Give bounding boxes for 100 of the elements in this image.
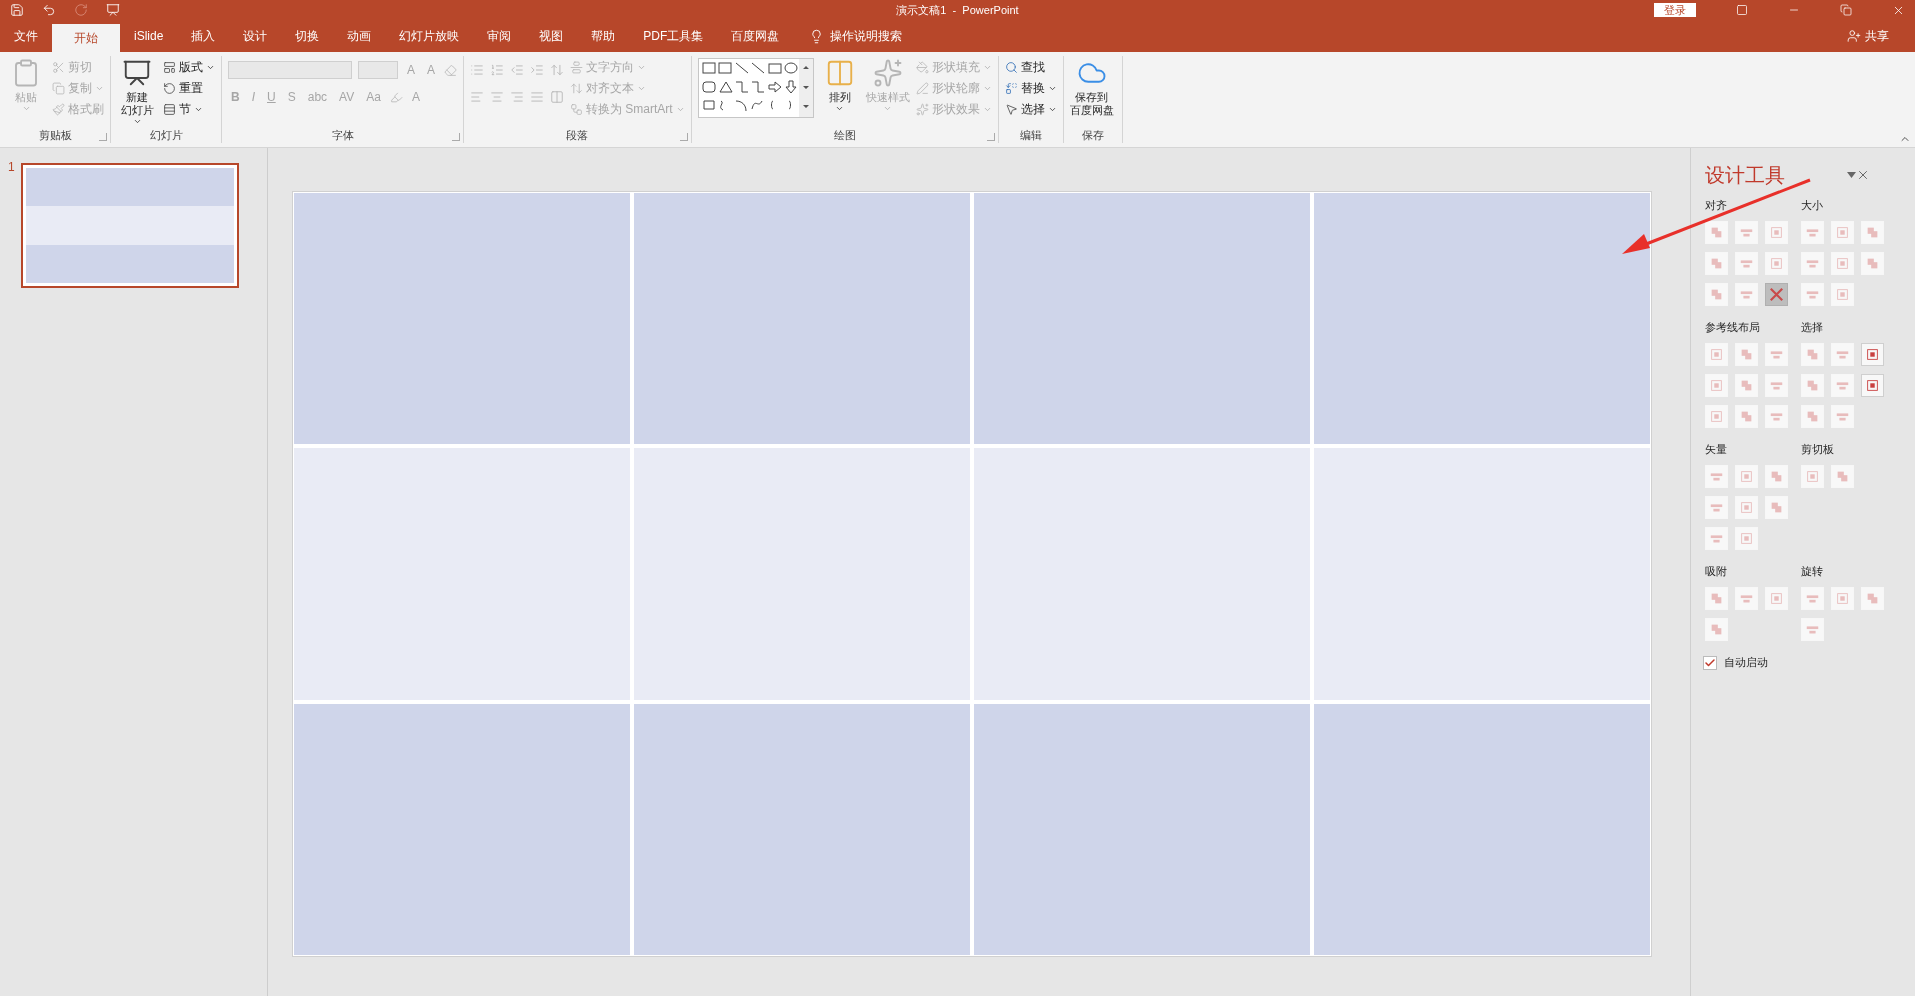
tool-icon [1739, 531, 1754, 546]
section-title: 吸附 [1705, 564, 1728, 579]
dialog-launcher-icon[interactable] [99, 133, 107, 141]
checkbox-label: 自动启动 [1724, 655, 1768, 670]
close-icon [1856, 168, 1870, 182]
copy-icon [52, 81, 65, 95]
group-label: 幻灯片 [148, 128, 184, 143]
panel-title: 设计工具 [1705, 162, 1785, 188]
ribbon-small-button[interactable]: 节 [163, 100, 215, 118]
ribbon-tab[interactable]: 百度网盘 [717, 20, 794, 52]
tell-me-search[interactable]: 操作说明搜索 [830, 27, 903, 45]
ribbon-small-button[interactable]: 重置 [163, 79, 215, 97]
ribbon-large-button[interactable]: 排列 [819, 56, 860, 113]
ribbon-tab[interactable]: 帮助 [577, 20, 630, 52]
login-button[interactable]: 登录 [1654, 3, 1696, 17]
tool-icon [1865, 225, 1880, 240]
highlighter-icon [389, 90, 403, 104]
tool-icon [1709, 591, 1724, 606]
tool-button[interactable] [1861, 374, 1884, 397]
tool-icon [1805, 347, 1820, 362]
ribbon-tab[interactable]: 幻灯片放映 [385, 20, 474, 52]
tool-icon [1835, 591, 1850, 606]
gallery-scroll-icon[interactable] [798, 59, 813, 117]
dialog-launcher-icon[interactable] [986, 133, 995, 141]
tool-icon [1709, 256, 1724, 271]
tool-icon [1739, 500, 1754, 515]
ribbon-small-button[interactable]: 版式 [163, 58, 215, 76]
reset-icon [163, 81, 176, 95]
layout-icon [163, 60, 176, 74]
group-label: 保存 [1081, 128, 1104, 143]
align-center-icon [490, 90, 505, 104]
tool-icon [1769, 469, 1784, 484]
dropdown-icon[interactable] [1847, 172, 1856, 178]
share-button[interactable]: 共享 [1847, 20, 1889, 52]
font-size-field[interactable] [358, 61, 398, 79]
tool-icon [1769, 256, 1784, 271]
tool-icon [1709, 409, 1724, 424]
ribbon-tab[interactable]: 插入 [177, 20, 230, 52]
align-left-icon [470, 90, 485, 104]
pointer-icon [1004, 102, 1018, 116]
tool-icon [1739, 469, 1754, 484]
tool-icon [1835, 287, 1850, 302]
tool-icon [1709, 347, 1724, 362]
font-name-field[interactable] [228, 61, 352, 79]
eraser-icon [444, 63, 458, 77]
slide-icon [122, 58, 152, 88]
replace-icon [1004, 81, 1018, 95]
tool-icon [1835, 469, 1850, 484]
section-title: 矢量 [1705, 442, 1728, 457]
ribbon-tab[interactable]: 动画 [333, 20, 386, 52]
pen-icon [915, 81, 929, 95]
slideshow-icon [106, 3, 120, 17]
window-title: 演示文稿1 - PowerPoint [896, 2, 1019, 18]
ribbon-tab[interactable]: 设计 [229, 20, 282, 52]
ribbon-tab[interactable]: 开始 [52, 24, 120, 52]
bullets-icon [470, 63, 485, 77]
checkbox[interactable] [1703, 655, 1717, 670]
tool-icon [1835, 225, 1850, 240]
tool-icon [1709, 287, 1724, 302]
line-spacing-icon [550, 63, 565, 77]
ribbon-small-button[interactable]: 替换 [1004, 79, 1057, 97]
group-label: 字体 [330, 128, 355, 143]
restore-icon [1840, 4, 1852, 16]
section-title: 旋转 [1801, 564, 1824, 579]
tool-icon [1805, 469, 1820, 484]
ribbon-tab[interactable]: 视图 [525, 20, 578, 52]
tool-icon [1739, 378, 1754, 393]
ribbon-large-button[interactable]: 保存到 百度网盘 [1069, 56, 1114, 117]
search-icon [1004, 60, 1018, 74]
section-title: 对齐 [1705, 198, 1728, 213]
ribbon-display-icon [1736, 4, 1748, 16]
ribbon-large-button[interactable]: 新建 幻灯片 [117, 56, 157, 126]
ribbon-tab[interactable]: 文件 [0, 20, 52, 52]
quick-style-icon [872, 58, 903, 88]
undo-icon [42, 3, 56, 17]
ribbon-tab[interactable]: iSlide [120, 20, 178, 52]
align-right-icon [510, 90, 525, 104]
tool-icon [1709, 378, 1724, 393]
section-title: 大小 [1801, 198, 1824, 213]
dialog-launcher-icon[interactable] [679, 133, 688, 141]
section-title: 参考线布局 [1705, 320, 1761, 335]
ribbon-tab[interactable]: PDF工具集 [629, 20, 718, 52]
dialog-launcher-icon[interactable] [452, 133, 461, 141]
tool-button[interactable] [1861, 343, 1884, 366]
tool-icon [1769, 591, 1784, 606]
tool-icon [1865, 256, 1880, 271]
outdent-icon [510, 63, 525, 77]
redo-icon [74, 3, 88, 17]
ribbon-small-button[interactable]: 查找 [1004, 58, 1057, 76]
tool-icon [1865, 378, 1880, 393]
slide-thumbnail[interactable] [20, 163, 239, 288]
ribbon-small-button[interactable]: 选择 [1004, 100, 1057, 118]
ribbon-tab[interactable]: 审阅 [473, 20, 526, 52]
align-text-icon [570, 81, 584, 95]
scissors-icon [52, 60, 65, 74]
tool-icon [1805, 409, 1820, 424]
section-title: 剪切板 [1801, 442, 1835, 457]
section-title: 选择 [1801, 320, 1824, 335]
ribbon-tab[interactable]: 切换 [281, 20, 334, 52]
shape-gallery[interactable] [697, 58, 814, 118]
